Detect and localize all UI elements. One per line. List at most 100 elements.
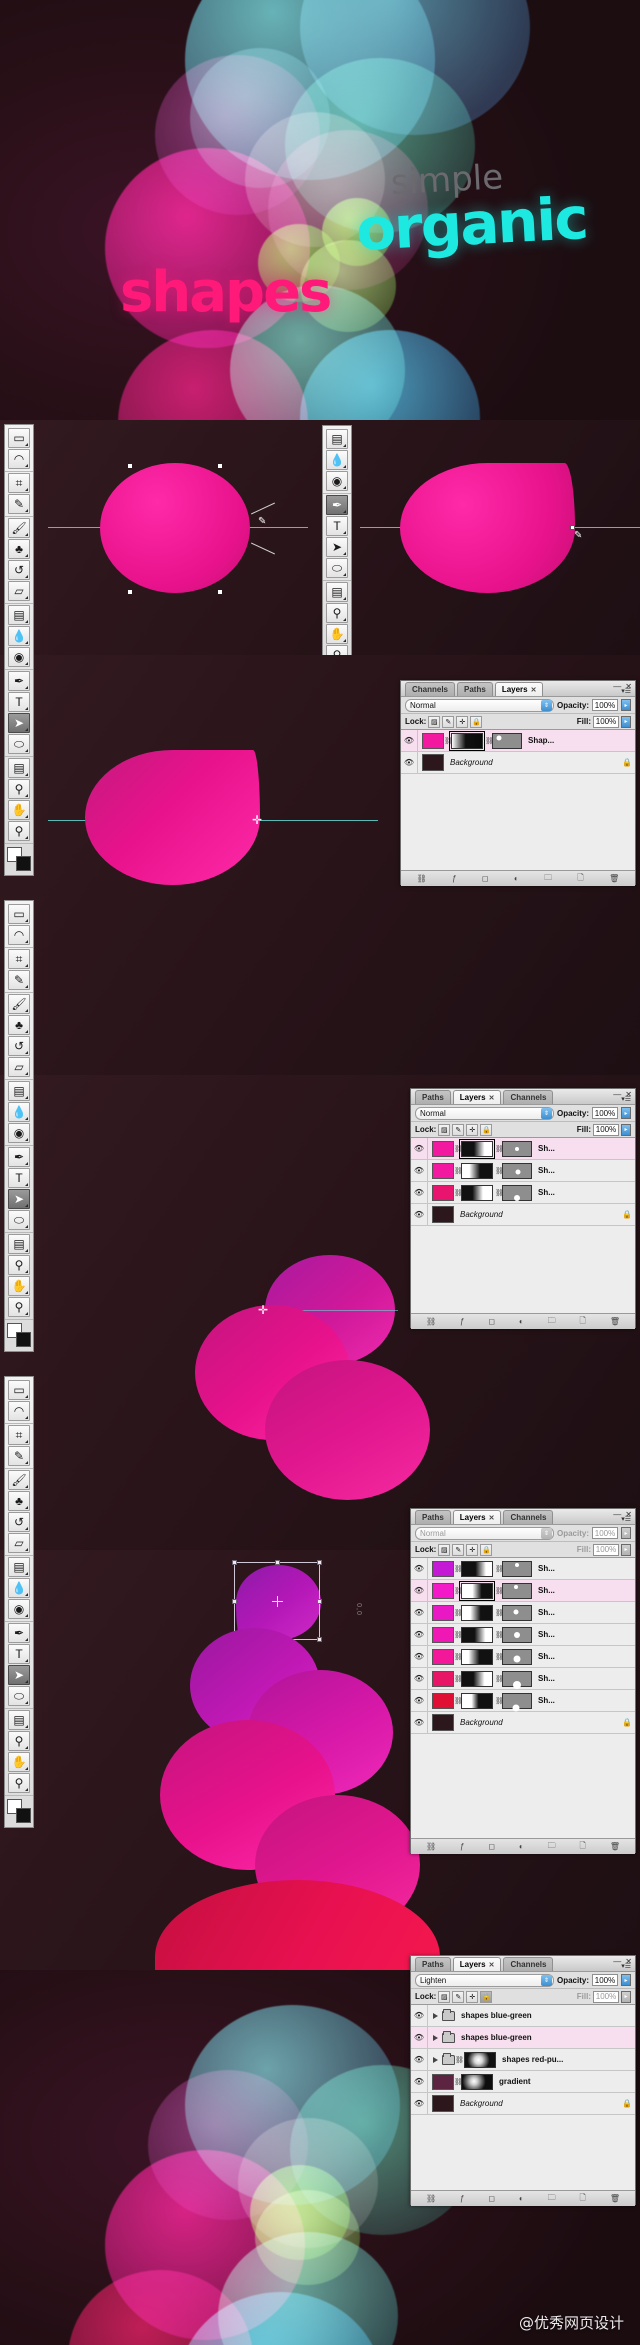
layer-thumbnail[interactable] [432,1626,454,1643]
layers-panel-4[interactable]: Paths Layers ✕ Channels — ✕ ▾☰ Lighten ⇕ Opacity:… [410,1955,636,2206]
close-icon[interactable]: ✕ [489,1961,495,1969]
layer-mask-thumbnail[interactable] [461,1692,493,1709]
layer-row[interactable]: 👁 Background 🔒 [411,2093,635,2115]
eye-icon[interactable]: 👁 [411,2027,428,2048]
history-brush-icon[interactable]: ↺ [8,1512,30,1532]
link-icon-2[interactable]: ⛓ [495,1609,504,1617]
zoom-icon[interactable]: ⚲ [326,645,348,655]
healing-brush-icon[interactable]: ✎ [8,1446,30,1466]
healing-brush-icon[interactable]: ✎ [8,970,30,990]
hand-icon[interactable]: ✋ [326,624,348,644]
opacity-value[interactable]: 100% [592,699,618,711]
transform-center-point[interactable] [272,1596,283,1607]
fill-value[interactable]: 100% [593,1123,619,1136]
hand-icon[interactable]: ✋ [8,1276,30,1296]
vector-mask-thumbnail[interactable] [492,732,522,749]
lasso-icon[interactable]: ◠ [8,925,30,945]
eye-icon[interactable]: 👁 [411,1580,428,1601]
ellipse-shape-icon[interactable]: ⬭ [8,1210,30,1230]
layer-row[interactable]: 👁 ⛓ ⛓ Shap... [401,730,635,752]
layer-thumbnail[interactable] [432,1714,454,1731]
fill-value[interactable]: 100% [593,715,619,728]
background-color-swatch[interactable] [16,856,31,871]
link-icon[interactable]: ⛓ [454,2078,463,2086]
delete-icon[interactable]: 🗑 [610,1842,620,1851]
close-icon[interactable]: ✕ [489,1094,495,1102]
link-icon[interactable]: ⛓ [454,1167,463,1175]
eye-icon[interactable]: 👁 [411,1160,428,1181]
layer-mask-thumbnail[interactable] [461,1560,493,1577]
hand-icon[interactable]: ✋ [8,1752,30,1772]
layer-row[interactable]: 👁 ⛓ ⛓ Sh... [411,1558,635,1580]
eye-icon[interactable]: 👁 [411,2049,428,2070]
ellipse-shape-icon[interactable]: ⬭ [8,1686,30,1706]
zoom-icon[interactable]: ⚲ [8,821,30,841]
eyedropper-icon[interactable]: ⚲ [8,1731,30,1751]
type-icon[interactable]: T [8,1644,30,1664]
link-icon[interactable]: ⛓ [454,1587,463,1595]
type-icon[interactable]: T [8,1168,30,1188]
layer-thumbnail[interactable] [432,1692,454,1709]
tab-layers[interactable]: Layers ✕ [452,1510,502,1524]
layer-thumbnail[interactable] [432,1582,454,1599]
layer-mask-thumbnail[interactable] [449,730,485,751]
adjustment-icon[interactable]: ◐ [519,2194,524,2203]
direction-handle-2[interactable] [251,542,275,555]
lock-position-icon[interactable]: ✛ [466,1990,479,2003]
layer-row[interactable]: 👁 shapes blue-green [411,2005,635,2027]
marquee-icon[interactable]: ▭ [8,1380,30,1400]
adjustment-icon[interactable]: ◐ [519,1317,524,1326]
opacity-value[interactable]: 100% [592,1527,618,1539]
new-layer-icon[interactable]: 🗋 [579,2192,585,2206]
layer-mask-thumbnail[interactable] [459,1580,495,1601]
layer-mask-thumbnail[interactable] [461,1184,493,1201]
notes-icon[interactable]: ▤ [326,582,348,602]
group-icon[interactable]: 🗀 [548,1840,556,1854]
marquee-icon[interactable]: ▭ [8,428,30,448]
layer-thumbnail[interactable] [422,732,444,749]
opacity-spinner-icon[interactable]: ▸ [621,1107,631,1119]
minimize-icon[interactable]: — [613,1957,621,1966]
link-icon[interactable]: ⛓ [426,1842,436,1851]
anchor-point-tr[interactable] [218,464,222,468]
eye-icon[interactable]: 👁 [411,1602,428,1623]
group-icon[interactable]: 🗀 [544,872,552,886]
path-selection-icon[interactable]: ➤ [8,1189,30,1209]
minimize-icon[interactable]: — [613,1510,621,1519]
blend-mode-select[interactable]: Normal ⇕ [415,1526,554,1540]
layer-thumbnail[interactable] [432,2095,454,2112]
dodge-icon[interactable]: ◉ [8,1123,30,1143]
layer-row[interactable]: 👁 ⛓ ⛓ Sh... [411,1182,635,1204]
mask-icon[interactable]: ◻ [488,1317,495,1326]
eye-icon[interactable]: 👁 [411,1668,428,1689]
fx-icon[interactable]: ƒ [452,874,456,883]
layer-row[interactable]: 👁 shapes blue-green [411,2027,635,2049]
color-swatches[interactable] [7,1323,31,1347]
eye-icon[interactable]: 👁 [411,1204,428,1225]
tab-channels[interactable]: Channels [405,682,456,696]
lock-image-icon[interactable]: ✎ [452,1543,465,1556]
lock-all-icon[interactable]: 🔒 [480,1123,493,1136]
lock-image-icon[interactable]: ✎ [452,1990,465,2003]
fx-icon[interactable]: ƒ [460,2194,464,2203]
tab-channels[interactable]: Channels [503,1510,554,1524]
mask-icon[interactable]: ◻ [488,1842,495,1851]
transform-handle-se[interactable] [317,1637,322,1642]
type-icon[interactable]: T [326,516,348,536]
tab-layers[interactable]: Layers ✕ [452,1957,502,1971]
eyedropper-icon[interactable]: ⚲ [326,603,348,623]
blur-icon[interactable]: 💧 [8,1102,30,1122]
eraser-icon[interactable]: ▱ [8,581,30,601]
opacity-spinner-icon[interactable]: ▸ [621,1527,631,1539]
link-icon[interactable]: ⛓ [454,1697,463,1705]
eye-icon[interactable]: 👁 [411,1624,428,1645]
mask-icon[interactable]: ◻ [488,2194,495,2203]
layer-thumbnail[interactable] [432,1604,454,1621]
link-icon[interactable]: ⛓ [454,1189,463,1197]
vector-mask-thumbnail[interactable] [502,1626,532,1643]
vector-mask-thumbnail[interactable] [502,1692,532,1711]
pen-icon[interactable]: ✒ [8,1623,30,1643]
adjustment-icon[interactable]: ◐ [514,874,519,883]
history-brush-icon[interactable]: ↺ [8,560,30,580]
pen-icon[interactable]: ✒ [8,1147,30,1167]
